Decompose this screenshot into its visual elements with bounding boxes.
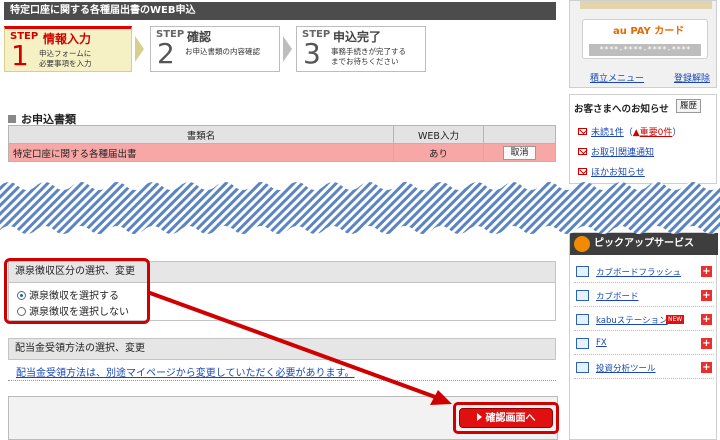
app-window-icon [576,290,589,301]
step-1-number: 1 [11,39,29,72]
notice-unread[interactable]: 未読1件（▲重要0件） [578,125,681,138]
doc-web: あり [393,143,484,162]
pickup-item-label[interactable]: カブボードフラッシュ [596,266,681,278]
pickup-item[interactable]: FX + [574,333,714,355]
step-3-title: 申込完了 [333,30,382,44]
step-2-desc: お申込書類の内容確認 [185,47,260,57]
card-number: ****-****-****-**** [589,44,701,56]
pickup-heading-text: ピックアップサービス [594,238,694,249]
pickup-item[interactable]: kabuステーション NEW + [574,309,714,331]
step-3-number: 3 [303,37,321,70]
col-header-action [483,125,556,144]
step-2: STEP 確認 2 お申込書類の内容確認 [150,26,280,72]
doc-action-cell: 取消 [483,143,556,162]
app-window-icon [576,338,589,349]
notice-heading: お客さまへのお知らせ [574,104,669,115]
envelope-icon [578,128,587,135]
step-3-desc: 事務手続きが完了する までお待ちください [331,47,406,67]
col-header-name: 書類名 [8,125,394,144]
pickup-item-label[interactable]: kabuステーション [596,314,668,326]
dividend-note-link[interactable]: 配当金受領方法は、別途マイページから変更していただく必要があります。 [16,364,355,379]
pickup-item-label[interactable]: 投資分析ツール [596,362,656,374]
step-1-desc-line2: 必要事項を入力 [39,59,92,68]
notice-other-text[interactable]: ほかお知らせ [591,168,645,178]
plus-icon[interactable]: + [701,314,712,325]
link-tsumitate-menu[interactable]: 積立メニュー [590,74,644,84]
step-1-title: 情報入力 [43,32,92,46]
confirm-button-label[interactable]: 確認画面へ [486,413,536,424]
notice-important-text[interactable]: 重要0件 [640,128,673,138]
envelope-icon [578,168,587,175]
notice-panel: お客さまへのお知らせ 履歴 未読1件（▲重要0件） お取引関連通知 ほかお知らせ [569,94,717,184]
notice-unread-text[interactable]: 未読1件 [591,128,624,138]
highlight-box-withholding [4,258,150,324]
page-break-wave [0,182,720,234]
card-panel: au PAY カード ****-****-****-**** 積立メニュー 登録… [569,0,717,88]
step-2-title: 確認 [187,30,212,44]
confirm-button[interactable]: 確認画面へ [459,408,553,428]
table-header-row: 書類名 WEB入力 [8,125,556,144]
divider [8,380,556,381]
pickup-item[interactable]: カブボードフラッシュ + [574,261,714,283]
doc-name: 特定口座に関する各種届出書 [8,143,394,162]
step-1: STEP 情報入力 1 申込フォームに 必要事項を入力 [4,26,132,72]
col-header-web: WEB入力 [393,125,484,144]
step-2-desc-line1: お申込書類の内容確認 [185,47,260,56]
card-banner [580,1,712,9]
card-links: 積立メニュー 登録解除 [590,71,710,84]
step-1-desc-line1: 申込フォームに [39,49,92,58]
cancel-button[interactable]: 取消 [503,145,536,160]
step-1-desc: 申込フォームに 必要事項を入力 [39,49,92,69]
history-button[interactable]: 履歴 [676,99,702,113]
page-title: 特定口座に関する各種届出書のWEB申込 [4,2,556,20]
kabucom-logo-icon [574,236,590,252]
plus-icon[interactable]: + [701,266,712,277]
pickup-item[interactable]: カブボード + [574,285,714,307]
dividend-heading: 配当金受領方法の選択、変更 [8,338,556,360]
step-3: STEP 申込完了 3 事務手続きが完了する までお待ちください [296,26,426,72]
step-2-number: 2 [157,37,175,70]
plus-icon[interactable]: + [701,338,712,349]
new-badge: NEW [666,315,685,324]
notice-trade-text[interactable]: お取引関連通知 [591,148,654,158]
notice-other[interactable]: ほかお知らせ [578,165,645,178]
app-window-icon [576,314,589,325]
pickup-item[interactable]: 投資分析ツール + [574,357,714,379]
pickup-item-label[interactable]: カブボード [596,290,639,302]
documents-table: 書類名 WEB入力 特定口座に関する各種届出書 あり 取消 [8,125,556,162]
pickup-panel: ピックアップサービス カブボードフラッシュ + カブボード + kabuステーシ… [569,232,718,440]
step-arrow-icon [283,36,292,62]
pickup-item-label[interactable]: FX [596,338,607,348]
link-unregister[interactable]: 登録解除 [674,71,710,84]
warning-icon: ▲ [632,128,640,138]
plus-icon[interactable]: + [701,290,712,301]
plus-icon[interactable]: + [701,362,712,373]
step-arrow-icon [135,36,144,62]
table-row: 特定口座に関する各種届出書 あり 取消 [8,143,556,162]
app-window-icon [576,362,589,373]
card-brand: au PAY カード [613,26,685,37]
notice-trade[interactable]: お取引関連通知 [578,145,654,158]
section-marker-icon [8,115,16,123]
app-window-icon [576,266,589,277]
credit-card-icon: au PAY カード ****-****-****-**** [582,19,708,59]
envelope-icon [578,148,587,155]
step-3-desc-line1: 事務手続きが完了する [331,47,406,56]
step-3-desc-line2: までお待ちください [331,57,399,66]
play-icon [476,413,482,421]
